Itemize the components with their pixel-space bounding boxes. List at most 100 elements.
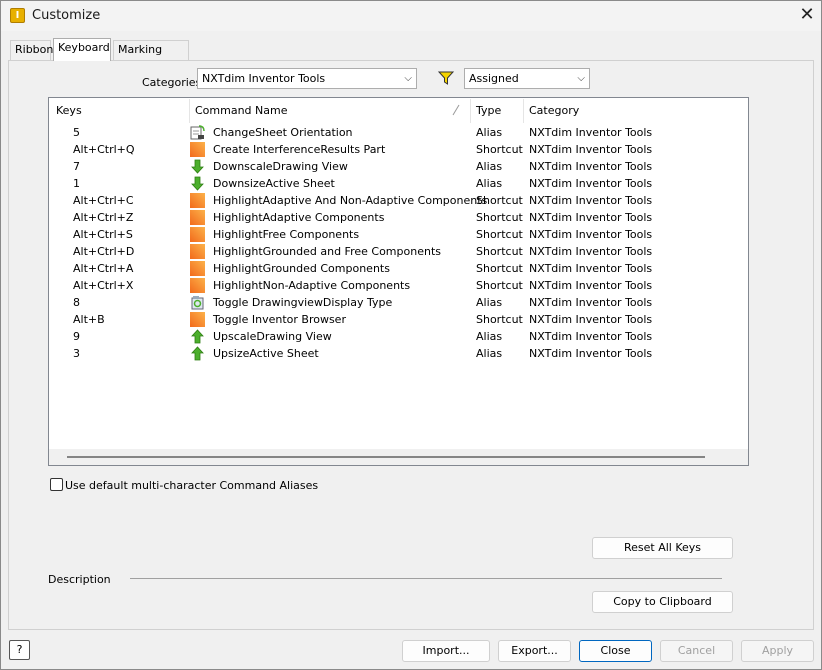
orange-gradient-icon	[190, 210, 205, 225]
row-category: NXTdim Inventor Tools	[529, 313, 653, 326]
row-category: NXTdim Inventor Tools	[529, 177, 653, 190]
row-command-name: HighlightAdaptive And Non-Adaptive Compo…	[213, 194, 488, 207]
row-keys: Alt+Ctrl+X	[73, 279, 134, 292]
close-button[interactable]: Close	[579, 640, 652, 662]
orange-gradient-icon	[190, 312, 205, 327]
categories-dropdown-value: NXTdim Inventor Tools	[202, 72, 326, 85]
inventor-app-icon: I	[10, 8, 25, 23]
dialog-title: Customize	[32, 8, 101, 23]
sort-indicator-icon	[452, 104, 460, 116]
row-type: Shortcut	[476, 211, 523, 224]
row-keys: Alt+Ctrl+C	[73, 194, 134, 207]
row-command-name: HighlightFree Components	[213, 228, 360, 241]
categories-label: Categories	[142, 76, 202, 89]
row-command-name: Toggle Inventor Browser	[213, 313, 346, 326]
tab-ribbon[interactable]: Ribbon	[10, 40, 53, 60]
row-command-name: Create InterferenceResults Part	[213, 143, 386, 156]
row-category: NXTdim Inventor Tools	[529, 211, 653, 224]
row-command-name: UpscaleDrawing View	[213, 330, 332, 343]
help-button[interactable]: ?	[9, 640, 30, 660]
orange-gradient-icon	[190, 278, 205, 293]
row-type: Alias	[476, 296, 503, 309]
column-header-category[interactable]: Category	[529, 104, 579, 117]
row-category: NXTdim Inventor Tools	[529, 143, 653, 156]
column-header-keys[interactable]: Keys	[56, 104, 82, 117]
scrollbar-thumb[interactable]	[67, 456, 705, 458]
tab-marking-menu[interactable]: Marking Menu	[113, 40, 189, 74]
row-category: NXTdim Inventor Tools	[529, 296, 653, 309]
import-button[interactable]: Import...	[402, 640, 490, 662]
row-keys: 5	[73, 126, 80, 139]
description-divider	[130, 578, 722, 579]
row-category: NXTdim Inventor Tools	[529, 330, 653, 343]
column-header-command-name[interactable]: Command Name	[195, 104, 288, 117]
column-header-type[interactable]: Type	[476, 104, 501, 117]
green-down-arrow-icon	[190, 159, 205, 174]
row-keys: Alt+Ctrl+Q	[73, 143, 135, 156]
row-type: Alias	[476, 177, 503, 190]
filter-icon[interactable]	[438, 71, 454, 85]
row-type: Shortcut	[476, 262, 523, 275]
filter-dropdown-value: Assigned	[469, 72, 519, 85]
row-command-name: ChangeSheet Orientation	[213, 126, 353, 139]
row-type: Shortcut	[476, 313, 523, 326]
row-category: NXTdim Inventor Tools	[529, 228, 653, 241]
row-category: NXTdim Inventor Tools	[529, 347, 653, 360]
row-type: Alias	[476, 160, 503, 173]
row-command-name: Toggle DrawingviewDisplay Type	[213, 296, 393, 309]
row-command-name: HighlightAdaptive Components	[213, 211, 385, 224]
filter-dropdown[interactable]: Assigned ⌵	[464, 68, 590, 89]
row-keys: Alt+Ctrl+D	[73, 245, 135, 258]
chevron-down-icon: ⌵	[577, 73, 585, 84]
orange-gradient-icon	[190, 142, 205, 157]
row-keys: Alt+Ctrl+Z	[73, 211, 134, 224]
column-divider[interactable]	[470, 99, 471, 123]
row-category: NXTdim Inventor Tools	[529, 194, 653, 207]
copy-to-clipboard-button[interactable]: Copy to Clipboard	[592, 591, 733, 613]
use-default-aliases-checkbox[interactable]	[50, 478, 63, 491]
row-command-name: DownsizeActive Sheet	[213, 177, 335, 190]
orange-gradient-icon	[190, 227, 205, 242]
categories-dropdown[interactable]: NXTdim Inventor Tools ⌵	[197, 68, 417, 89]
row-type: Shortcut	[476, 279, 523, 292]
column-divider[interactable]	[523, 99, 524, 123]
row-keys: Alt+Ctrl+A	[73, 262, 134, 275]
row-command-name: DownscaleDrawing View	[213, 160, 348, 173]
row-keys: 9	[73, 330, 80, 343]
cancel-button[interactable]: Cancel	[660, 640, 733, 662]
sheet-orientation-icon	[190, 125, 205, 140]
orange-gradient-icon	[190, 193, 205, 208]
row-type: Alias	[476, 330, 503, 343]
green-down-arrow-icon	[190, 176, 205, 191]
row-keys: 3	[73, 347, 80, 360]
use-default-aliases-label[interactable]: Use default multi-character Command Alia…	[65, 479, 318, 492]
row-category: NXTdim Inventor Tools	[529, 279, 653, 292]
title-bar[interactable]: I Customize ✕	[1, 1, 821, 31]
toggle-display-icon	[190, 295, 205, 310]
row-keys: Alt+B	[73, 313, 105, 326]
orange-gradient-icon	[190, 244, 205, 259]
green-up-arrow-icon	[190, 346, 205, 361]
row-type: Shortcut	[476, 194, 523, 207]
chevron-down-icon: ⌵	[404, 73, 412, 84]
export-button[interactable]: Export...	[498, 640, 571, 662]
row-command-name: HighlightGrounded and Free Components	[213, 245, 441, 258]
row-keys: 7	[73, 160, 80, 173]
green-up-arrow-icon	[190, 329, 205, 344]
description-label: Description	[48, 573, 111, 586]
tab-keyboard[interactable]: Keyboard	[53, 38, 111, 61]
close-icon[interactable]: ✕	[795, 4, 819, 28]
row-type: Shortcut	[476, 143, 523, 156]
row-category: NXTdim Inventor Tools	[529, 262, 653, 275]
column-divider[interactable]	[189, 99, 190, 123]
row-type: Alias	[476, 347, 503, 360]
apply-button[interactable]: Apply	[741, 640, 814, 662]
row-command-name: HighlightGrounded Components	[213, 262, 390, 275]
row-category: NXTdim Inventor Tools	[529, 126, 653, 139]
row-keys: Alt+Ctrl+S	[73, 228, 133, 241]
row-command-name: UpsizeActive Sheet	[213, 347, 319, 360]
row-keys: 1	[73, 177, 80, 190]
row-command-name: HighlightNon-Adaptive Components	[213, 279, 411, 292]
row-type: Alias	[476, 126, 503, 139]
reset-all-keys-button[interactable]: Reset All Keys	[592, 537, 733, 559]
